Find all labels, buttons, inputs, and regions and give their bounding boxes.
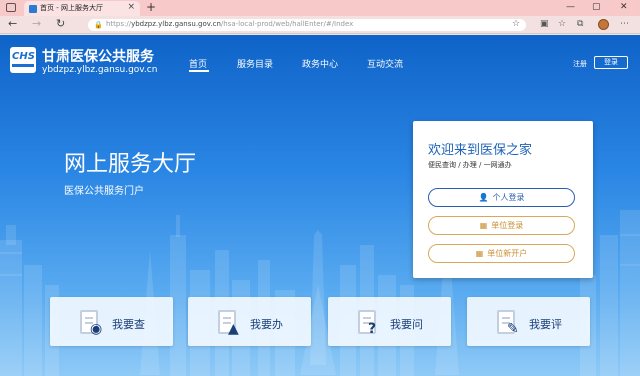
question-icon: ? <box>368 321 377 337</box>
service-label: 我要查 <box>112 318 145 331</box>
pen-icon: ✎ <box>507 321 519 337</box>
site-domain: ybdzpz.ylbz.gansu.gov.cn <box>42 65 158 75</box>
split-screen-icon[interactable]: ▣ <box>540 19 549 29</box>
service-label: 我要办 <box>250 318 283 331</box>
site-header: CHS 甘肃医保公共服务 ybdzpz.ylbz.gansu.gov.cn 首页… <box>0 35 640 83</box>
personal-login-button[interactable]: 👤 个人登录 <box>428 188 575 207</box>
service-label: 我要问 <box>390 318 423 331</box>
url-text: https://ybdzpz.ylbz.gansu.gov.cn/hsa-loc… <box>106 20 354 28</box>
login-card-title: 欢迎来到医保之家 <box>428 143 533 158</box>
login-card-subtitle: 便民查询 / 办理 / 一网通办 <box>428 161 512 169</box>
lock-icon: 🔒 <box>94 21 103 29</box>
service-ask-tile[interactable]: ? 我要问 <box>328 297 451 346</box>
stamp-icon: ▲ <box>228 321 239 337</box>
browser-tab-bar: 首页 - 网上服务大厅 × + — ▢ ✕ <box>0 0 640 16</box>
service-handle-tile[interactable]: ▲ 我要办 <box>188 297 311 346</box>
back-button[interactable]: ← <box>8 17 17 30</box>
profile-avatar[interactable] <box>598 19 609 30</box>
favicon-icon <box>29 5 37 13</box>
service-query-tile[interactable]: ◉ 我要查 <box>50 297 173 346</box>
close-window-button[interactable]: ✕ <box>620 2 628 12</box>
url-bar[interactable]: 🔒 https://ybdzpz.ylbz.gansu.gov.cn/hsa-l… <box>88 19 526 31</box>
nav-service-directory[interactable]: 服务目录 <box>237 57 273 70</box>
unit-login-button[interactable]: ▦ 单位登录 <box>428 216 575 235</box>
collections-icon[interactable]: ⧉ <box>577 19 583 29</box>
building-icon: ▦ <box>475 249 484 258</box>
browser-tab[interactable]: 首页 - 网上服务大厅 × <box>24 1 140 16</box>
minimize-button[interactable]: — <box>566 2 575 12</box>
site-name: 甘肃医保公共服务 <box>42 49 154 65</box>
reload-button[interactable]: ↻ <box>56 17 65 30</box>
header-login-button[interactable]: 登录 <box>594 56 628 69</box>
new-tab-button[interactable]: + <box>146 0 156 14</box>
more-menu-icon[interactable]: ⋯ <box>620 19 629 29</box>
forward-button[interactable]: → <box>32 17 41 30</box>
tab-title: 首页 - 网上服务大厅 <box>40 4 103 12</box>
close-tab-icon[interactable]: × <box>127 2 135 12</box>
hero-title: 网上服务大厅 <box>64 152 197 177</box>
address-toolbar: ← → ↻ 🔒 https://ybdzpz.ylbz.gansu.gov.cn… <box>0 16 640 34</box>
eye-icon: ◉ <box>90 321 103 337</box>
nav-active-indicator <box>189 70 209 72</box>
service-review-tile[interactable]: ✎ 我要评 <box>467 297 590 346</box>
login-card: 欢迎来到医保之家 便民查询 / 办理 / 一网通办 👤 个人登录 ▦ 单位登录 ▦ 单… <box>413 121 593 278</box>
favorite-star-icon[interactable]: ☆ <box>512 19 520 29</box>
service-label: 我要评 <box>529 318 562 331</box>
chs-logo[interactable]: CHS <box>10 47 36 73</box>
maximize-button[interactable]: ▢ <box>592 2 601 12</box>
register-link[interactable]: 注册 <box>573 59 587 69</box>
building-icon: ▦ <box>479 221 488 230</box>
nav-government-center[interactable]: 政务中心 <box>302 57 338 70</box>
favorites-icon[interactable]: ☆ <box>558 19 566 29</box>
page: CHS 甘肃医保公共服务 ybdzpz.ylbz.gansu.gov.cn 首页… <box>0 35 640 376</box>
nav-home[interactable]: 首页 <box>189 57 207 70</box>
person-icon: 👤 <box>478 193 489 202</box>
hero-subtitle: 医保公共服务门户 <box>64 186 144 197</box>
workspaces-icon[interactable] <box>6 3 16 12</box>
nav-interaction[interactable]: 互动交流 <box>367 57 403 70</box>
unit-open-account-button[interactable]: ▦ 单位新开户 <box>428 244 575 263</box>
